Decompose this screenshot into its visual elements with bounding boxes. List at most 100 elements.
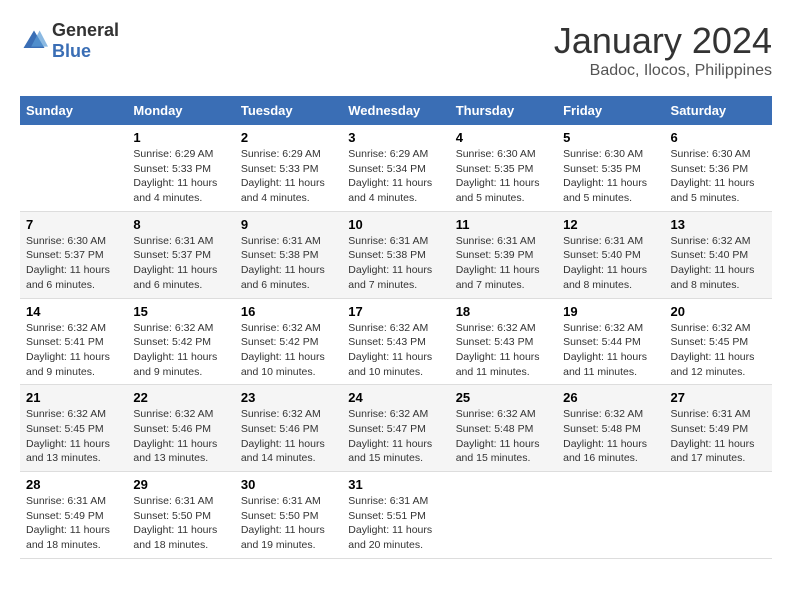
calendar-subtitle: Badoc, Ilocos, Philippines	[554, 62, 772, 80]
day-number: 20	[671, 304, 766, 319]
day-number: 29	[133, 477, 228, 492]
day-info: Sunrise: 6:30 AMSunset: 5:36 PMDaylight:…	[671, 147, 766, 206]
calendar-cell: 13Sunrise: 6:32 AMSunset: 5:40 PMDayligh…	[665, 211, 772, 298]
day-number: 16	[241, 304, 336, 319]
day-number: 23	[241, 390, 336, 405]
day-number: 6	[671, 130, 766, 145]
day-number: 14	[26, 304, 121, 319]
day-number: 7	[26, 217, 121, 232]
calendar-header-row: SundayMondayTuesdayWednesdayThursdayFrid…	[20, 96, 772, 125]
calendar-cell: 2Sunrise: 6:29 AMSunset: 5:33 PMDaylight…	[235, 125, 342, 211]
logo: General Blue	[20, 20, 119, 62]
calendar-week-row: 28 Sunrise: 6:31 AMSunset: 5:49 PMDayligh…	[20, 472, 772, 559]
calendar-cell: 11 Sunrise: 6:31 AMSunset: 5:39 PMDayligh…	[450, 211, 557, 298]
day-info: Sunrise: 6:31 AMSunset: 5:51 PMDaylight:…	[348, 494, 443, 553]
weekday-header: Friday	[557, 96, 664, 125]
calendar-cell: 4 Sunrise: 6:30 AMSunset: 5:35 PMDaylight…	[450, 125, 557, 211]
day-info: Sunrise: 6:30 AMSunset: 5:35 PMDaylight:…	[563, 147, 658, 206]
day-number: 8	[133, 217, 228, 232]
title-area: January 2024 Badoc, Ilocos, Philippines	[554, 20, 772, 80]
day-number: 12	[563, 217, 658, 232]
calendar-cell: 29Sunrise: 6:31 AMSunset: 5:50 PMDayligh…	[127, 472, 234, 559]
calendar-title: January 2024	[554, 20, 772, 62]
calendar-cell: 27 Sunrise: 6:31 AMSunset: 5:49 PMDayligh…	[665, 385, 772, 472]
logo-blue: Blue	[52, 41, 91, 61]
day-info: Sunrise: 6:31 AMSunset: 5:38 PMDaylight:…	[348, 234, 443, 293]
logo-general: General	[52, 20, 119, 40]
day-number: 17	[348, 304, 443, 319]
day-info: Sunrise: 6:32 AMSunset: 5:41 PMDaylight:…	[26, 321, 121, 380]
calendar-cell: 22 Sunrise: 6:32 AMSunset: 5:46 PMDayligh…	[127, 385, 234, 472]
day-info: Sunrise: 6:32 AMSunset: 5:44 PMDaylight:…	[563, 321, 658, 380]
day-number: 28	[26, 477, 121, 492]
calendar-cell: 30 Sunrise: 6:31 AMSunset: 5:50 PMDayligh…	[235, 472, 342, 559]
calendar-cell: 9Sunrise: 6:31 AMSunset: 5:38 PMDaylight…	[235, 211, 342, 298]
day-number: 25	[456, 390, 551, 405]
day-number: 22	[133, 390, 228, 405]
weekday-header: Wednesday	[342, 96, 449, 125]
calendar-cell: 21Sunrise: 6:32 AMSunset: 5:45 PMDayligh…	[20, 385, 127, 472]
day-info: Sunrise: 6:32 AMSunset: 5:40 PMDaylight:…	[671, 234, 766, 293]
calendar-cell	[665, 472, 772, 559]
weekday-header: Sunday	[20, 96, 127, 125]
day-info: Sunrise: 6:29 AMSunset: 5:33 PMDaylight:…	[241, 147, 336, 206]
day-info: Sunrise: 6:32 AMSunset: 5:43 PMDaylight:…	[456, 321, 551, 380]
calendar-cell: 1Sunrise: 6:29 AMSunset: 5:33 PMDaylight…	[127, 125, 234, 211]
weekday-header: Tuesday	[235, 96, 342, 125]
day-info: Sunrise: 6:31 AMSunset: 5:50 PMDaylight:…	[241, 494, 336, 553]
logo-icon	[20, 27, 48, 55]
day-info: Sunrise: 6:32 AMSunset: 5:46 PMDaylight:…	[133, 407, 228, 466]
day-number: 18	[456, 304, 551, 319]
calendar-cell: 28 Sunrise: 6:31 AMSunset: 5:49 PMDayligh…	[20, 472, 127, 559]
day-number: 4	[456, 130, 551, 145]
calendar-cell: 31 Sunrise: 6:31 AMSunset: 5:51 PMDayligh…	[342, 472, 449, 559]
day-info: Sunrise: 6:32 AMSunset: 5:45 PMDaylight:…	[26, 407, 121, 466]
weekday-header: Saturday	[665, 96, 772, 125]
day-info: Sunrise: 6:31 AMSunset: 5:37 PMDaylight:…	[133, 234, 228, 293]
calendar-cell: 26 Sunrise: 6:32 AMSunset: 5:48 PMDayligh…	[557, 385, 664, 472]
calendar-cell: 18 Sunrise: 6:32 AMSunset: 5:43 PMDayligh…	[450, 298, 557, 385]
day-info: Sunrise: 6:31 AMSunset: 5:40 PMDaylight:…	[563, 234, 658, 293]
calendar-week-row: 7 Sunrise: 6:30 AMSunset: 5:37 PMDaylight…	[20, 211, 772, 298]
calendar-cell: 16 Sunrise: 6:32 AMSunset: 5:42 PMDayligh…	[235, 298, 342, 385]
calendar-cell: 8 Sunrise: 6:31 AMSunset: 5:37 PMDaylight…	[127, 211, 234, 298]
day-info: Sunrise: 6:32 AMSunset: 5:48 PMDaylight:…	[456, 407, 551, 466]
day-number: 11	[456, 217, 551, 232]
weekday-header: Thursday	[450, 96, 557, 125]
calendar-cell: 7 Sunrise: 6:30 AMSunset: 5:37 PMDaylight…	[20, 211, 127, 298]
day-info: Sunrise: 6:31 AMSunset: 5:49 PMDaylight:…	[26, 494, 121, 553]
calendar-cell: 15Sunrise: 6:32 AMSunset: 5:42 PMDayligh…	[127, 298, 234, 385]
calendar-cell: 10Sunrise: 6:31 AMSunset: 5:38 PMDayligh…	[342, 211, 449, 298]
calendar-cell: 14 Sunrise: 6:32 AMSunset: 5:41 PMDayligh…	[20, 298, 127, 385]
calendar-cell: 19Sunrise: 6:32 AMSunset: 5:44 PMDayligh…	[557, 298, 664, 385]
day-info: Sunrise: 6:32 AMSunset: 5:47 PMDaylight:…	[348, 407, 443, 466]
calendar-cell: 6 Sunrise: 6:30 AMSunset: 5:36 PMDaylight…	[665, 125, 772, 211]
calendar-week-row: 21Sunrise: 6:32 AMSunset: 5:45 PMDayligh…	[20, 385, 772, 472]
calendar-cell	[557, 472, 664, 559]
day-info: Sunrise: 6:29 AMSunset: 5:34 PMDaylight:…	[348, 147, 443, 206]
calendar-cell: 5 Sunrise: 6:30 AMSunset: 5:35 PMDaylight…	[557, 125, 664, 211]
day-info: Sunrise: 6:30 AMSunset: 5:35 PMDaylight:…	[456, 147, 551, 206]
day-number: 3	[348, 130, 443, 145]
calendar-cell	[20, 125, 127, 211]
calendar-cell	[450, 472, 557, 559]
day-number: 24	[348, 390, 443, 405]
day-number: 26	[563, 390, 658, 405]
day-info: Sunrise: 6:32 AMSunset: 5:43 PMDaylight:…	[348, 321, 443, 380]
calendar-cell: 25 Sunrise: 6:32 AMSunset: 5:48 PMDayligh…	[450, 385, 557, 472]
day-info: Sunrise: 6:32 AMSunset: 5:42 PMDaylight:…	[241, 321, 336, 380]
calendar-week-row: 1 Sunrise: 6:29 AMSunset: 5:33 PMDaylight…	[20, 125, 772, 211]
day-number: 30	[241, 477, 336, 492]
day-number: 5	[563, 130, 658, 145]
day-number: 27	[671, 390, 766, 405]
day-info: Sunrise: 6:30 AMSunset: 5:37 PMDaylight:…	[26, 234, 121, 293]
calendar-cell: 20Sunrise: 6:32 AMSunset: 5:45 PMDayligh…	[665, 298, 772, 385]
day-number: 31	[348, 477, 443, 492]
day-info: Sunrise: 6:31 AMSunset: 5:39 PMDaylight:…	[456, 234, 551, 293]
day-info: Sunrise: 6:31 AMSunset: 5:49 PMDaylight:…	[671, 407, 766, 466]
calendar-cell: 24 Sunrise: 6:32 AMSunset: 5:47 PMDayligh…	[342, 385, 449, 472]
header: General Blue January 2024 Badoc, Ilocos,…	[20, 20, 772, 80]
day-number: 1	[133, 130, 228, 145]
day-number: 15	[133, 304, 228, 319]
day-info: Sunrise: 6:32 AMSunset: 5:48 PMDaylight:…	[563, 407, 658, 466]
